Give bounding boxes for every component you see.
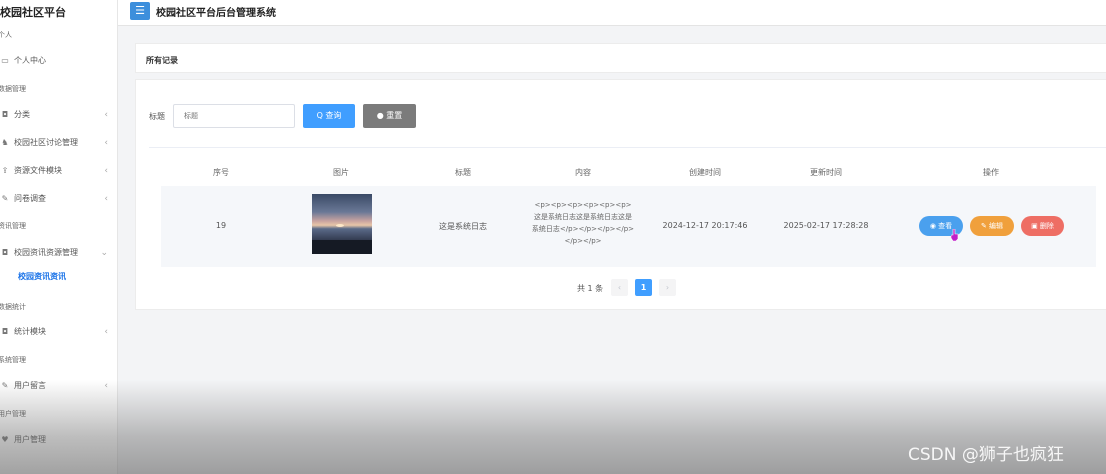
title-search-input[interactable] [173, 104, 295, 128]
chevron-left-icon: ‹ [104, 166, 108, 176]
sidebar-item[interactable]: ◘ 统计模块 ‹ [0, 323, 118, 341]
pagination-total: 共 1 条 [577, 284, 604, 293]
chevron-down-icon: ⌄ [100, 248, 108, 258]
sidebar-group-label: 数据管理 [0, 85, 26, 93]
cell-index: 19 [215, 221, 227, 230]
sidebar-item-label: 校园资讯资源管理 [14, 248, 78, 257]
sidebar-group-label: 个人 [0, 31, 12, 39]
sidebar-group-label: 资讯管理 [0, 222, 26, 230]
shoreline [312, 240, 372, 254]
camera-icon: ◘ [1, 110, 9, 119]
edit-icon: ✎ [1, 194, 9, 203]
cell-content: <p><p><p><p><p><p>这是系统日志这是系统日志这是系统日志</p>… [531, 201, 635, 245]
hand-cursor-icon [951, 229, 959, 241]
upload-icon: ⇪ [1, 166, 9, 175]
edit-button[interactable]: ✎ 编辑 [970, 216, 1014, 236]
header-created: 创建时间 [689, 168, 721, 177]
menu-toggle-button[interactable]: ☰ [130, 2, 150, 20]
chevron-left-icon: ‹ [104, 138, 108, 148]
header-index: 序号 [213, 168, 229, 177]
sidebar-group-label: 系统管理 [0, 356, 26, 364]
search-label: 标题 [149, 112, 165, 121]
delete-button[interactable]: ▣ 删除 [1021, 216, 1064, 236]
sidebar-subitem[interactable]: 校园资讯资讯 [18, 268, 118, 286]
watermark: CSDN @狮子也疯狂 [908, 445, 1064, 465]
camera-icon: ◘ [1, 248, 9, 257]
sidebar-item-label: 校园社区讨论管理 [14, 138, 78, 147]
camera-icon: ◘ [1, 327, 9, 336]
sidebar-item[interactable]: ◘ 分类 ‹ [0, 106, 118, 124]
sidebar-item[interactable]: ◘ 校园资讯资源管理 ⌄ [0, 244, 118, 262]
table-divider [149, 147, 1106, 148]
monitor-icon: ▭ [1, 56, 9, 65]
sidebar-item[interactable]: ♞ 校园社区讨论管理 ‹ [0, 134, 118, 152]
sidebar-item[interactable]: ▭ 个人中心 [0, 52, 118, 70]
header-updated: 更新时间 [810, 168, 842, 177]
sidebar-item[interactable]: ⇪ 资源文件模块 ‹ [0, 162, 118, 180]
people-icon: ♞ [1, 138, 9, 147]
sidebar-item-label: 个人中心 [14, 56, 46, 65]
system-title: 校园社区平台后台管理系统 [156, 8, 276, 19]
chevron-left-icon: ‹ [104, 327, 108, 337]
chevron-left-icon: ‹ [104, 194, 108, 204]
reset-button[interactable]: ● 重置 [363, 104, 416, 128]
top-bar: ☰ 校园社区平台后台管理系统 [118, 0, 1106, 26]
sidebar-item-label: 统计模块 [14, 327, 46, 336]
sidebar-item[interactable]: ✎ 问卷调查 ‹ [0, 190, 118, 208]
query-button[interactable]: Q 查询 [303, 104, 355, 128]
page-number-button[interactable]: 1 [635, 279, 652, 296]
sidebar-item-label: 问卷调查 [14, 194, 46, 203]
row-thumbnail-image [312, 194, 372, 254]
brand-title: 校园社区平台 [0, 6, 66, 19]
sidebar-item-label: 分类 [14, 110, 30, 119]
cell-created-time: 2024-12-17 20:17:46 [662, 221, 748, 230]
panel-title: 所有记录 [146, 56, 178, 65]
sunset-glow [336, 224, 344, 227]
cell-title: 这是系统日志 [439, 222, 487, 231]
chevron-left-icon: ‹ [104, 110, 108, 120]
header-actions: 操作 [983, 168, 999, 177]
prev-page-button[interactable]: ‹ [611, 279, 628, 296]
sidebar-group-label: 数据统计 [0, 303, 26, 311]
next-page-button[interactable]: › [659, 279, 676, 296]
header-image: 图片 [333, 168, 349, 177]
panel-header: 所有记录 [135, 43, 1106, 73]
records-panel: 标题 Q 查询 ● 重置 序号 图片 标题 内容 创建时间 更新时间 操作 19… [135, 79, 1106, 310]
header-content: 内容 [575, 168, 591, 177]
cell-updated-time: 2025-02-17 17:28:28 [783, 221, 869, 230]
sidebar-item-label: 资源文件模块 [14, 166, 62, 175]
header-title: 标题 [455, 168, 471, 177]
